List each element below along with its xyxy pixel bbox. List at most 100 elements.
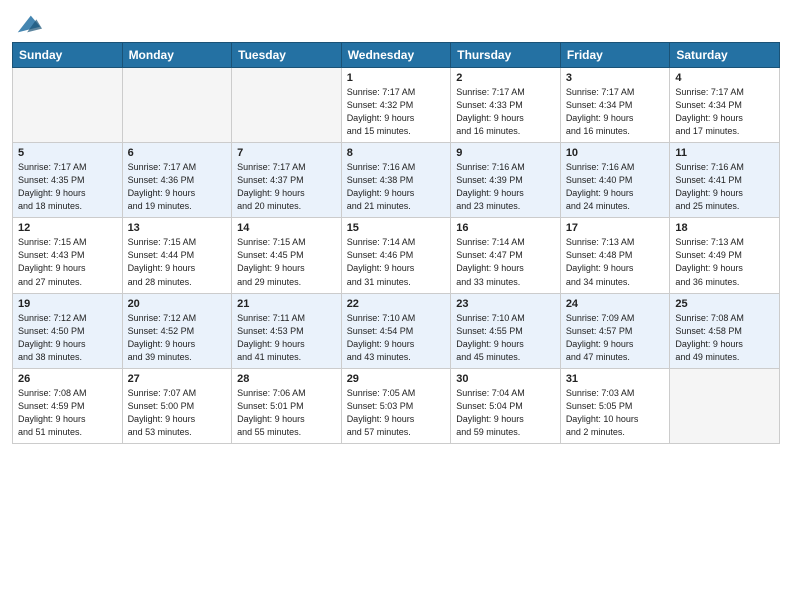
calendar-cell: 14 Sunrise: 7:15 AM Sunset: 4:45 PM Dayli…	[232, 218, 342, 293]
calendar-cell: 28 Sunrise: 7:06 AM Sunset: 5:01 PM Dayli…	[232, 368, 342, 443]
day-number: 16	[456, 222, 555, 234]
day-header-thursday: Thursday	[451, 43, 561, 68]
day-info: Sunrise: 7:12 AM Sunset: 4:50 PM Dayligh…	[18, 312, 117, 364]
day-info: Sunrise: 7:16 AM Sunset: 4:40 PM Dayligh…	[566, 161, 665, 213]
day-info: Sunrise: 7:15 AM Sunset: 4:45 PM Dayligh…	[237, 236, 336, 288]
day-info: Sunrise: 7:17 AM Sunset: 4:32 PM Dayligh…	[347, 86, 446, 138]
calendar-cell: 16 Sunrise: 7:14 AM Sunset: 4:47 PM Dayli…	[451, 218, 561, 293]
day-header-monday: Monday	[122, 43, 232, 68]
calendar-cell: 30Sunrise: 7:04 AM Sunset: 5:04 PM Dayli…	[451, 368, 561, 443]
logo-icon	[14, 10, 42, 38]
day-number: 11	[675, 147, 774, 159]
day-info: Sunrise: 7:17 AM Sunset: 4:37 PM Dayligh…	[237, 161, 336, 213]
day-info: Sunrise: 7:11 AM Sunset: 4:53 PM Dayligh…	[237, 312, 336, 364]
calendar-cell: 9 Sunrise: 7:16 AM Sunset: 4:39 PM Daylig…	[451, 143, 561, 218]
day-number: 2	[456, 72, 555, 84]
calendar-cell: 13Sunrise: 7:15 AM Sunset: 4:44 PM Dayli…	[122, 218, 232, 293]
calendar-cell: 31 Sunrise: 7:03 AM Sunset: 5:05 PM Dayli…	[560, 368, 670, 443]
day-info: Sunrise: 7:10 AM Sunset: 4:54 PM Dayligh…	[347, 312, 446, 364]
day-number: 4	[675, 72, 774, 84]
day-info: Sunrise: 7:12 AM Sunset: 4:52 PM Dayligh…	[128, 312, 227, 364]
day-number: 26	[18, 373, 117, 385]
day-number: 7	[237, 147, 336, 159]
calendar-cell: 18 Sunrise: 7:13 AM Sunset: 4:49 PM Dayli…	[670, 218, 780, 293]
day-info: Sunrise: 7:13 AM Sunset: 4:49 PM Dayligh…	[675, 236, 774, 288]
calendar-cell: 8 Sunrise: 7:16 AM Sunset: 4:38 PM Daylig…	[341, 143, 451, 218]
calendar-cell: 2 Sunrise: 7:17 AM Sunset: 4:33 PM Daylig…	[451, 68, 561, 143]
day-info: Sunrise: 7:17 AM Sunset: 4:34 PM Dayligh…	[675, 86, 774, 138]
day-number: 19	[18, 298, 117, 310]
day-header-saturday: Saturday	[670, 43, 780, 68]
day-info: Sunrise: 7:14 AM Sunset: 4:46 PM Dayligh…	[347, 236, 446, 288]
day-info: Sunrise: 7:10 AM Sunset: 4:55 PM Dayligh…	[456, 312, 555, 364]
calendar-row-3: 12Sunrise: 7:15 AM Sunset: 4:43 PM Dayli…	[13, 218, 780, 293]
calendar-row-1: 1 Sunrise: 7:17 AM Sunset: 4:32 PM Daylig…	[13, 68, 780, 143]
day-info: Sunrise: 7:08 AM Sunset: 4:59 PM Dayligh…	[18, 387, 117, 439]
day-number: 6	[128, 147, 227, 159]
calendar-cell	[122, 68, 232, 143]
day-info: Sunrise: 7:03 AM Sunset: 5:05 PM Dayligh…	[566, 387, 665, 439]
calendar-cell: 23Sunrise: 7:10 AM Sunset: 4:55 PM Dayli…	[451, 293, 561, 368]
day-number: 22	[347, 298, 446, 310]
day-number: 5	[18, 147, 117, 159]
day-number: 14	[237, 222, 336, 234]
header-row: SundayMondayTuesdayWednesdayThursdayFrid…	[13, 43, 780, 68]
calendar-cell: 29 Sunrise: 7:05 AM Sunset: 5:03 PM Dayli…	[341, 368, 451, 443]
calendar-row-2: 5 Sunrise: 7:17 AM Sunset: 4:35 PM Daylig…	[13, 143, 780, 218]
calendar-cell: 21 Sunrise: 7:11 AM Sunset: 4:53 PM Dayli…	[232, 293, 342, 368]
calendar-cell: 4 Sunrise: 7:17 AM Sunset: 4:34 PM Daylig…	[670, 68, 780, 143]
day-header-tuesday: Tuesday	[232, 43, 342, 68]
calendar-cell: 11 Sunrise: 7:16 AM Sunset: 4:41 PM Dayli…	[670, 143, 780, 218]
day-info: Sunrise: 7:06 AM Sunset: 5:01 PM Dayligh…	[237, 387, 336, 439]
logo	[12, 10, 42, 34]
day-number: 12	[18, 222, 117, 234]
day-info: Sunrise: 7:17 AM Sunset: 4:34 PM Dayligh…	[566, 86, 665, 138]
day-number: 31	[566, 373, 665, 385]
day-info: Sunrise: 7:08 AM Sunset: 4:58 PM Dayligh…	[675, 312, 774, 364]
day-number: 28	[237, 373, 336, 385]
calendar-cell	[13, 68, 123, 143]
calendar-cell: 26 Sunrise: 7:08 AM Sunset: 4:59 PM Dayli…	[13, 368, 123, 443]
day-number: 3	[566, 72, 665, 84]
day-info: Sunrise: 7:09 AM Sunset: 4:57 PM Dayligh…	[566, 312, 665, 364]
day-info: Sunrise: 7:13 AM Sunset: 4:48 PM Dayligh…	[566, 236, 665, 288]
day-info: Sunrise: 7:07 AM Sunset: 5:00 PM Dayligh…	[128, 387, 227, 439]
calendar-cell: 27 Sunrise: 7:07 AM Sunset: 5:00 PM Dayli…	[122, 368, 232, 443]
day-header-sunday: Sunday	[13, 43, 123, 68]
day-info: Sunrise: 7:16 AM Sunset: 4:38 PM Dayligh…	[347, 161, 446, 213]
calendar-cell: 15Sunrise: 7:14 AM Sunset: 4:46 PM Dayli…	[341, 218, 451, 293]
calendar-cell: 10Sunrise: 7:16 AM Sunset: 4:40 PM Dayli…	[560, 143, 670, 218]
day-number: 17	[566, 222, 665, 234]
day-info: Sunrise: 7:17 AM Sunset: 4:35 PM Dayligh…	[18, 161, 117, 213]
calendar-cell: 12Sunrise: 7:15 AM Sunset: 4:43 PM Dayli…	[13, 218, 123, 293]
day-number: 27	[128, 373, 227, 385]
calendar-cell: 5 Sunrise: 7:17 AM Sunset: 4:35 PM Daylig…	[13, 143, 123, 218]
day-number: 29	[347, 373, 446, 385]
calendar-cell: 22 Sunrise: 7:10 AM Sunset: 4:54 PM Dayli…	[341, 293, 451, 368]
day-info: Sunrise: 7:05 AM Sunset: 5:03 PM Dayligh…	[347, 387, 446, 439]
page: SundayMondayTuesdayWednesdayThursdayFrid…	[0, 0, 792, 456]
calendar-row-5: 26 Sunrise: 7:08 AM Sunset: 4:59 PM Dayli…	[13, 368, 780, 443]
day-number: 9	[456, 147, 555, 159]
calendar-cell: 1 Sunrise: 7:17 AM Sunset: 4:32 PM Daylig…	[341, 68, 451, 143]
calendar: SundayMondayTuesdayWednesdayThursdayFrid…	[12, 42, 780, 444]
day-info: Sunrise: 7:15 AM Sunset: 4:44 PM Dayligh…	[128, 236, 227, 288]
calendar-cell	[232, 68, 342, 143]
day-info: Sunrise: 7:14 AM Sunset: 4:47 PM Dayligh…	[456, 236, 555, 288]
day-number: 8	[347, 147, 446, 159]
day-info: Sunrise: 7:16 AM Sunset: 4:41 PM Dayligh…	[675, 161, 774, 213]
day-number: 18	[675, 222, 774, 234]
calendar-cell	[670, 368, 780, 443]
day-number: 20	[128, 298, 227, 310]
day-number: 24	[566, 298, 665, 310]
day-number: 30	[456, 373, 555, 385]
day-info: Sunrise: 7:17 AM Sunset: 4:33 PM Dayligh…	[456, 86, 555, 138]
day-number: 1	[347, 72, 446, 84]
header	[12, 10, 780, 34]
calendar-cell: 19 Sunrise: 7:12 AM Sunset: 4:50 PM Dayli…	[13, 293, 123, 368]
day-number: 21	[237, 298, 336, 310]
day-header-friday: Friday	[560, 43, 670, 68]
day-info: Sunrise: 7:17 AM Sunset: 4:36 PM Dayligh…	[128, 161, 227, 213]
day-info: Sunrise: 7:16 AM Sunset: 4:39 PM Dayligh…	[456, 161, 555, 213]
day-header-wednesday: Wednesday	[341, 43, 451, 68]
